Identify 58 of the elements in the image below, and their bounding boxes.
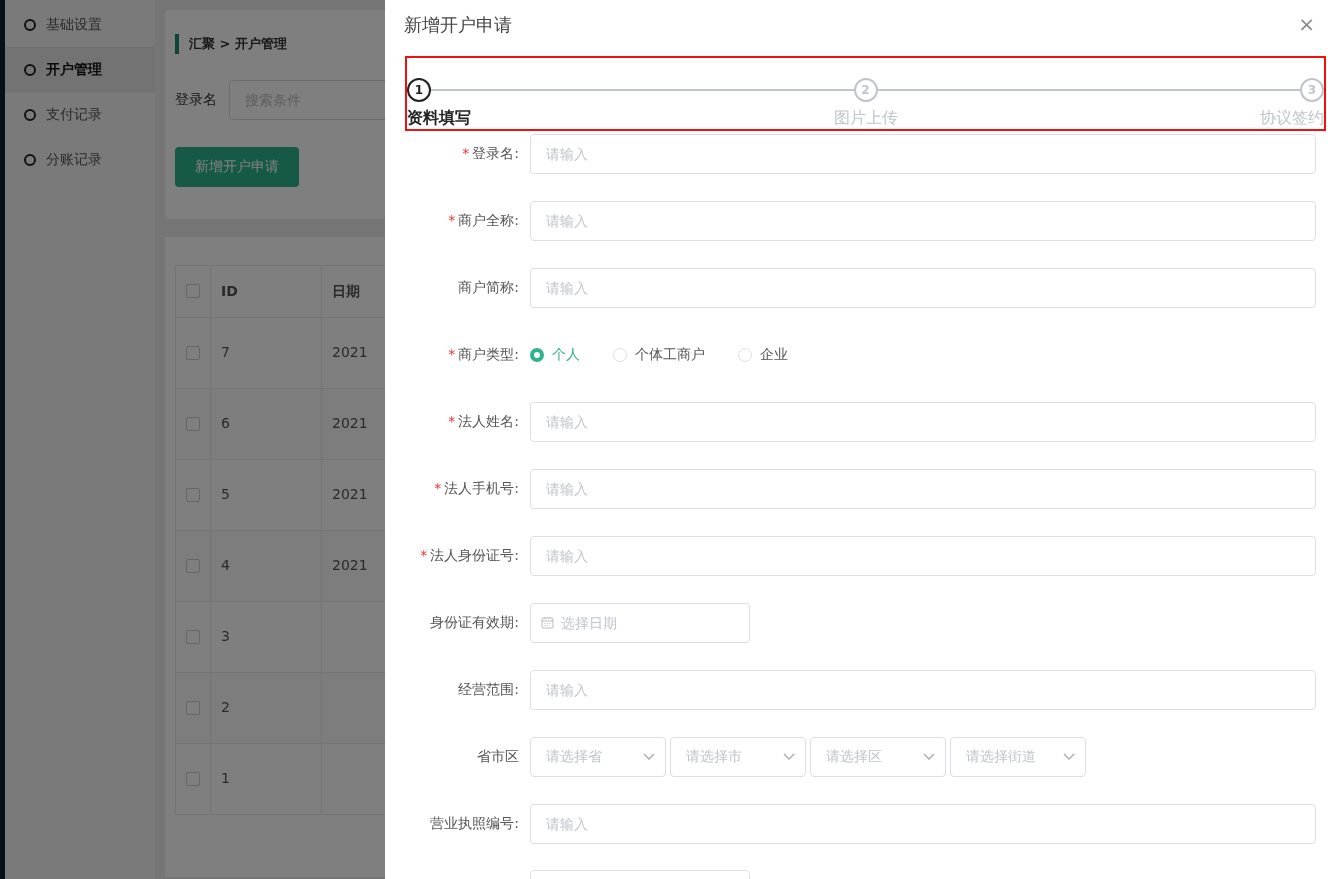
field-label: 商户全称: — [458, 212, 519, 228]
sidebar-item[interactable]: 分账记录 — [5, 137, 155, 182]
input-field[interactable]: 请输入 — [530, 401, 1316, 442]
table-cell: 3 — [210, 601, 322, 672]
table-cell: 2 — [210, 672, 322, 743]
input-field[interactable]: 请输入 — [530, 133, 1316, 174]
table-cell: 2021 — [332, 415, 368, 431]
field-label: 登录名: — [472, 145, 519, 161]
table-cell: 4 — [210, 530, 322, 601]
input-field[interactable]: 请输入 — [530, 200, 1316, 241]
step-label: 协议签约 — [1260, 107, 1324, 129]
field-label: 省市区 — [477, 748, 519, 764]
input-field[interactable]: 请输入 — [530, 468, 1316, 509]
step-label: 资料填写 — [407, 107, 471, 129]
required-mark: * — [462, 145, 470, 161]
field-label: 法人身份证号: — [430, 547, 519, 563]
input-field[interactable]: 请输入 — [530, 535, 1316, 576]
table-cell: 2021 — [332, 557, 368, 573]
required-mark: * — [448, 212, 456, 228]
field-label: 营业执照编号: — [430, 815, 519, 831]
sidebar-item[interactable]: 支付记录 — [5, 92, 155, 137]
drawer-title: 新增开户申请 — [404, 12, 512, 37]
column-header: ID — [210, 265, 322, 317]
table-cell: 6 — [210, 388, 322, 459]
select-field[interactable]: 请选择区 — [810, 736, 946, 777]
input-field[interactable]: 请输入 — [530, 803, 1316, 844]
table-cell: 5 — [210, 459, 322, 530]
required-mark: * — [448, 346, 456, 362]
field-label: 经营范围: — [458, 681, 519, 697]
sidebar-item[interactable]: 基础设置 — [5, 2, 155, 47]
add-application-button[interactable]: 新增开户申请 — [175, 146, 299, 187]
input-field[interactable]: 请输入 — [530, 669, 1316, 710]
input-field[interactable]: 请输入 — [530, 267, 1316, 308]
required-mark: * — [420, 547, 428, 563]
step-circle[interactable]: 3 — [1300, 78, 1324, 102]
table-cell: 2021 — [332, 344, 368, 360]
field-label: 法人手机号: — [444, 480, 519, 496]
select-field[interactable]: 请选择街道 — [950, 736, 1086, 777]
field-label: 商户简称: — [458, 279, 519, 295]
radio-option[interactable]: 企业 — [738, 344, 788, 365]
step-circle[interactable]: 2 — [853, 78, 878, 102]
field-label: 法人姓名: — [458, 413, 519, 429]
table-cell: 1 — [210, 743, 322, 814]
field-label: 身份证有效期: — [430, 614, 519, 630]
date-field[interactable]: 选择日期 — [530, 602, 750, 643]
close-button[interactable]: × — [1298, 14, 1315, 34]
radio-option[interactable]: 个人 — [530, 344, 580, 365]
table-cell: 7 — [210, 317, 322, 388]
step-circle[interactable]: 1 — [407, 78, 431, 102]
sidebar-item[interactable]: 开户管理 — [5, 47, 155, 92]
select-field[interactable]: 请选择市 — [670, 736, 806, 777]
select-field[interactable]: 请选择省 — [530, 736, 666, 777]
radio-option[interactable]: 个体工商户 — [613, 344, 705, 365]
table-cell: 2021 — [332, 486, 368, 502]
field-label: 商户类型: — [458, 346, 519, 362]
search-label: 登录名 — [175, 90, 217, 109]
required-mark: * — [434, 480, 442, 496]
required-mark: * — [448, 413, 456, 429]
